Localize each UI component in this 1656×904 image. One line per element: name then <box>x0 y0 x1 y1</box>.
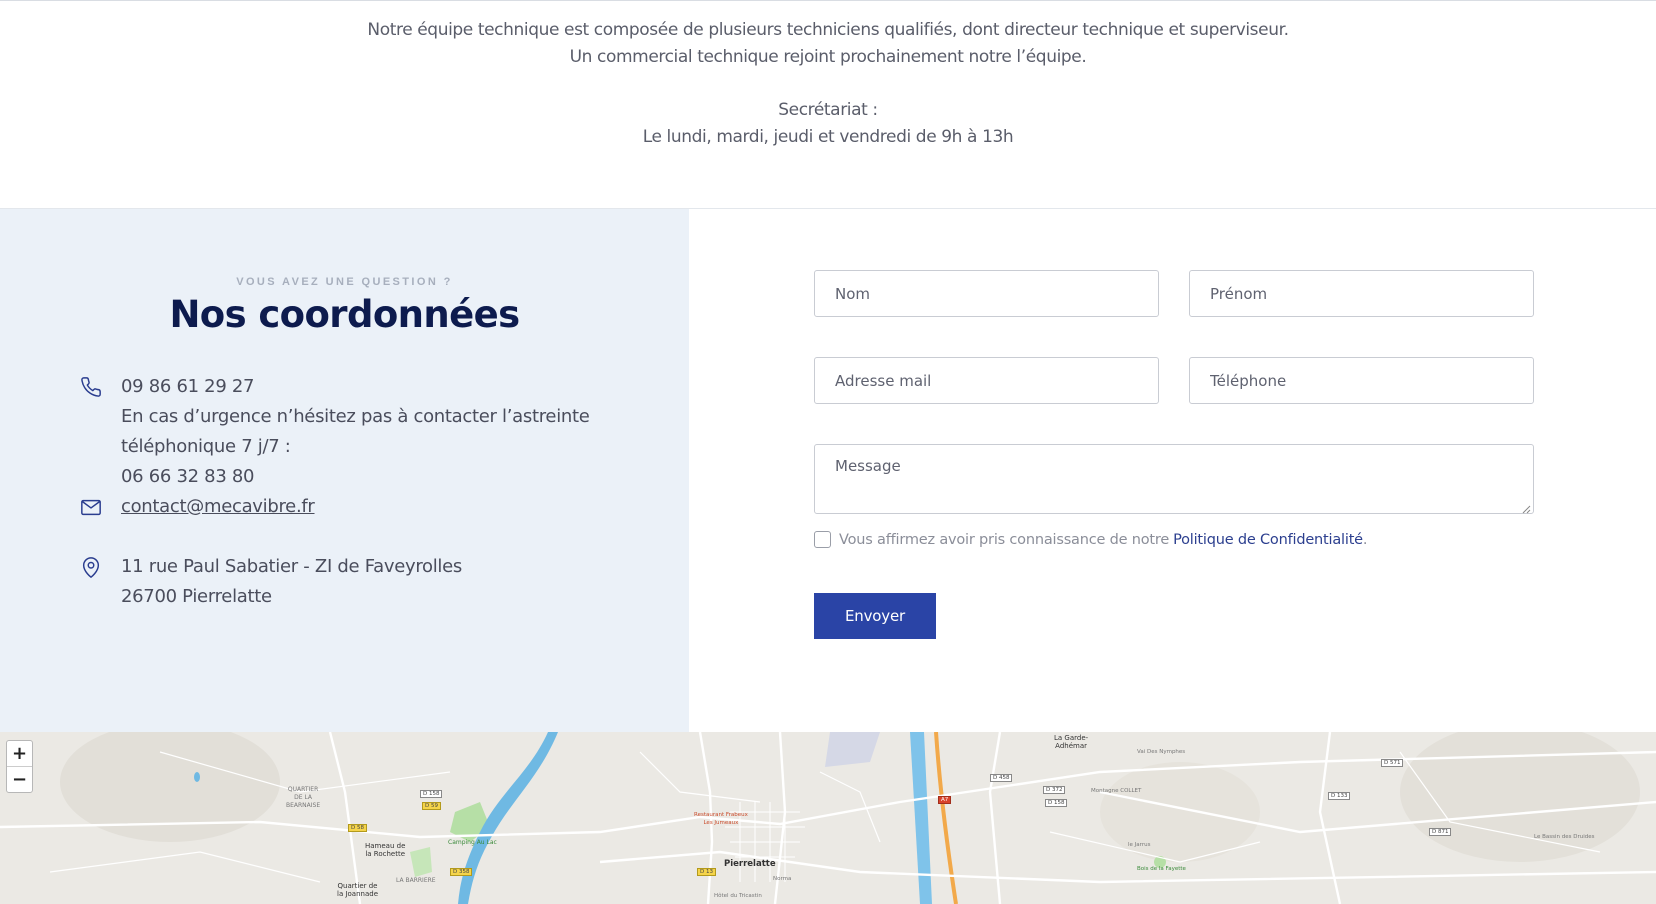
contact-form: Vous affirmez avoir pris connaissance de… <box>689 209 1656 732</box>
mail-icon <box>80 496 104 520</box>
urgency-text-line2: téléphonique 7 j/7 : <box>121 436 291 457</box>
address-line1: 11 rue Paul Sabatier - ZI de Faveyrolles <box>121 556 462 577</box>
privacy-consent[interactable]: Vous affirmez avoir pris connaissance de… <box>814 531 1368 548</box>
road-badge-d13: D 13 <box>697 868 716 876</box>
consent-period: . <box>1362 531 1368 548</box>
zoom-out-button[interactable]: − <box>7 766 32 791</box>
road-badge-d133: D 133 <box>1328 792 1351 800</box>
road-badge-d458: D 458 <box>990 774 1013 782</box>
map-label-bassin-druides: Le Bassin des Druides <box>1534 834 1595 840</box>
email-link[interactable]: contact@mecavibre.fr <box>121 492 315 522</box>
consent-checkbox[interactable] <box>814 531 831 548</box>
map-label-bois-fayette: Bois de la Fayette <box>1137 866 1186 872</box>
urgency-number: 06 66 32 83 80 <box>121 466 255 487</box>
map-label-restaurant: Restaurant Frabeux Les Jumeaux <box>694 812 748 826</box>
map-label-vai-des-nymphes: Vai Des Nymphes <box>1137 749 1186 755</box>
privacy-policy-link[interactable]: Politique de Confidentialité <box>1173 532 1363 548</box>
email-input[interactable] <box>814 357 1159 404</box>
map-label-la-barriere: LA BARRIERE <box>396 877 436 884</box>
map-label-le-jarrus: le Jarrus <box>1128 842 1151 848</box>
road-badge-d158b: D 158 <box>1045 799 1068 807</box>
map-label-quartier-bearnaise: QUARTIER DE LA BEARNAISE <box>286 786 321 809</box>
intro-hours-text: Le lundi, mardi, jeudi et vendredi de 9h… <box>642 127 1014 147</box>
section-title: Nos coordonnées <box>169 293 520 336</box>
intro-commercial-text: Un commercial technique rejoint prochain… <box>569 47 1087 67</box>
road-badge-d571: D 571 <box>1381 759 1404 767</box>
consent-text: Vous affirmez avoir pris connaissance de… <box>839 531 1170 548</box>
map-label-camping: Camping Au Lac <box>448 839 497 846</box>
map-label-la-garde: La Garde- Adhémar <box>1054 734 1089 750</box>
location-pin-icon <box>80 556 104 580</box>
map-label-hameau: Hameau de la Rochette <box>365 842 406 858</box>
address-line2: 26700 Pierrelatte <box>121 586 272 607</box>
road-badge-d58: D 58 <box>348 824 367 832</box>
phone-number: 09 86 61 29 27 <box>121 376 255 397</box>
message-textarea[interactable] <box>814 444 1534 514</box>
section-eyebrow: VOUS AVEZ UNE QUESTION ? <box>236 276 453 288</box>
road-badge-d871: D 871 <box>1429 828 1452 836</box>
map-canvas <box>0 732 1656 904</box>
intro-team-text: Notre équipe technique est composée de p… <box>367 20 1289 40</box>
urgency-text-line1: En cas d’urgence n’hésitez pas à contact… <box>121 406 590 427</box>
contact-info-panel: VOUS AVEZ UNE QUESTION ? Nos coordonnées… <box>0 209 689 732</box>
phone-icon <box>80 376 104 400</box>
road-badge-a7: A7 <box>938 796 952 804</box>
email-info: contact@mecavibre.fr <box>80 492 315 522</box>
map-label-norma: Norma <box>773 876 792 882</box>
phone-info: 09 86 61 29 27 En cas d’urgence n’hésite… <box>80 372 590 492</box>
map-label-hotel: Hôtel du Tricastin <box>714 893 762 899</box>
nom-input[interactable] <box>814 270 1159 317</box>
road-badge-d358: D 358 <box>450 868 473 876</box>
map-label-montagne-collet: Montagne COLLET <box>1091 788 1142 794</box>
map-label-quartier-joannade: Quartier de la Joannade <box>337 882 379 898</box>
location-map[interactable]: + − Pierrelatte La Garde- Adhémar Hameau… <box>0 732 1656 904</box>
telephone-input[interactable] <box>1189 357 1534 404</box>
prenom-input[interactable] <box>1189 270 1534 317</box>
resize-grip-icon[interactable] <box>1521 501 1531 514</box>
submit-button[interactable]: Envoyer <box>814 593 936 639</box>
road-badge-d372: D 372 <box>1043 786 1066 794</box>
map-label-pierrelatte: Pierrelatte <box>724 859 776 869</box>
address-info: 11 rue Paul Sabatier - ZI de Faveyrolles… <box>80 552 462 612</box>
zoom-controls: + − <box>6 740 33 793</box>
road-badge-d158: D 158 <box>420 790 443 798</box>
road-badge-d59: D 59 <box>422 802 441 810</box>
intro-secretariat-label: Secrétariat : <box>778 100 878 120</box>
intro-section: Notre équipe technique est composée de p… <box>0 0 1656 209</box>
zoom-in-button[interactable]: + <box>7 741 32 766</box>
